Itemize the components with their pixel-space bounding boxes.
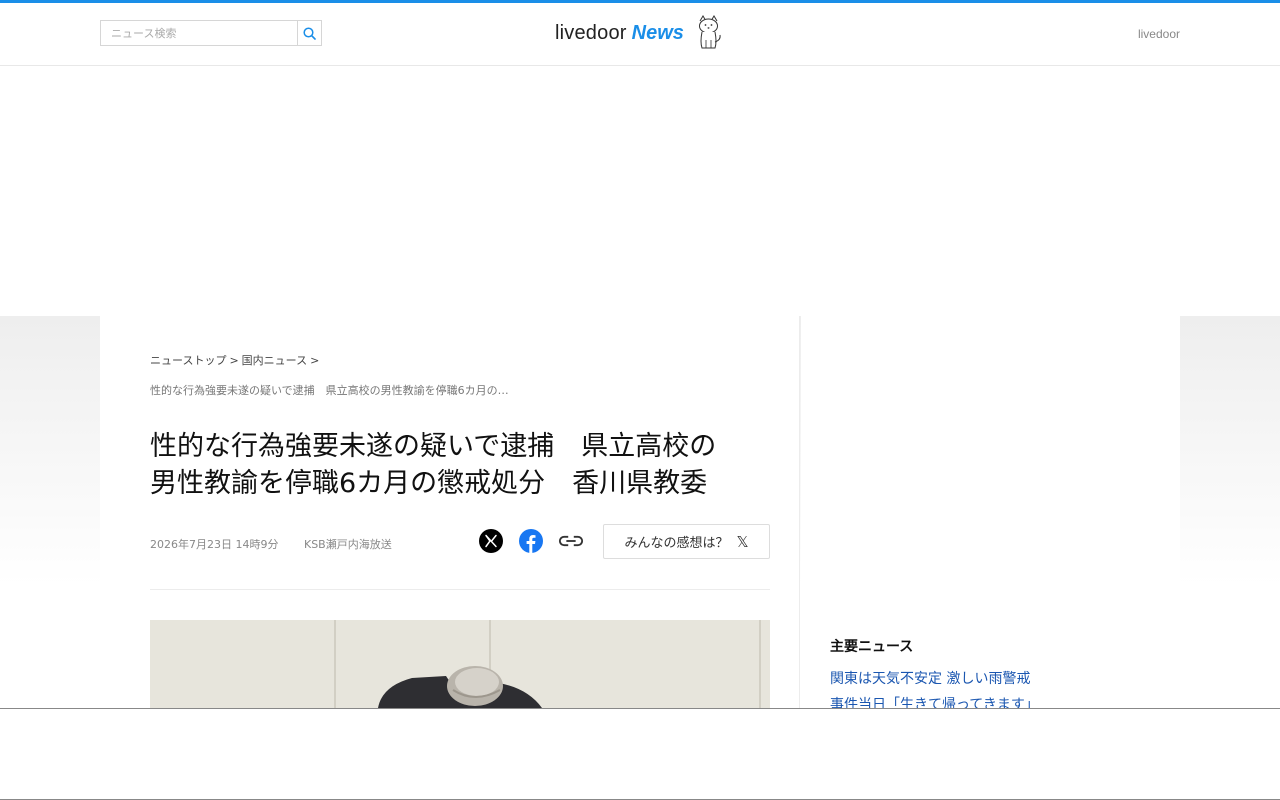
search-box <box>100 20 322 46</box>
logo-accent-text: News <box>631 21 684 44</box>
article-date: 2026年7月23日 14時9分 <box>150 538 279 551</box>
article-title-line2: 男性教諭を停職6カ月の懲戒処分 香川県教委 <box>150 468 708 499</box>
site-header: livedoor News livedoor <box>0 3 1280 66</box>
search-icon <box>303 26 316 40</box>
sidebar-news-link[interactable]: 関東は天気不安定 激しい雨警戒 <box>830 668 1030 688</box>
link-icon <box>558 535 584 547</box>
meta-divider <box>150 589 770 590</box>
reaction-button-label: みんなの感想は？ <box>624 536 729 551</box>
x-icon: 𝕏 <box>736 532 749 551</box>
article-title: 性的な行為強要未遂の疑いで逮捕 県立高校の 男性教諭を停職6カ月の懲戒処分 香川… <box>150 428 770 502</box>
article-meta: 2026年7月23日 14時9分 KSB瀬戸内海放送 <box>150 536 414 552</box>
copy-link-button[interactable] <box>558 528 584 554</box>
search-input[interactable] <box>101 21 298 45</box>
search-button[interactable] <box>297 21 321 45</box>
bottom-ad-banner <box>0 708 1280 800</box>
sidebar: 主要ニュース 関東は天気不安定 激しい雨警戒 事件当日「生きて帰ってきます」 <box>801 316 1180 713</box>
facebook-icon <box>519 529 543 553</box>
reaction-button[interactable]: みんなの感想は？ 𝕏 <box>603 524 770 559</box>
breadcrumb-separator: > <box>310 354 320 367</box>
breadcrumb-news-top[interactable]: ニューストップ <box>150 354 226 367</box>
article-title-line1: 性的な行為強要未遂の疑いで逮捕 県立高校の <box>150 431 717 462</box>
breadcrumb-current: 性的な行為強要未遂の疑いで逮捕 県立高校の男性教諭を停職6カ月の… <box>150 384 509 397</box>
facebook-share-button[interactable] <box>518 528 544 554</box>
site-logo[interactable]: livedoor News <box>555 13 724 53</box>
photo-illustration <box>150 620 770 708</box>
mascot-dog-icon <box>698 15 721 49</box>
breadcrumb: ニューストップ > 国内ニュース > <box>150 352 322 368</box>
sidebar-heading: 主要ニュース <box>830 639 914 655</box>
article-source[interactable]: KSB瀬戸内海放送 <box>304 538 392 551</box>
x-icon <box>479 529 503 553</box>
share-icons <box>478 528 598 554</box>
logo-text: livedoor <box>555 21 627 44</box>
breadcrumb-separator: > <box>229 354 239 367</box>
livedoor-link[interactable]: livedoor <box>1138 27 1180 41</box>
article-main: ニューストップ > 国内ニュース > 性的な行為強要未遂の疑いで逮捕 県立高校の男性教… <box>100 316 800 708</box>
breadcrumb-domestic[interactable]: 国内ニュース <box>242 354 307 367</box>
article-photo[interactable] <box>150 620 770 708</box>
x-share-button[interactable] <box>478 528 504 554</box>
